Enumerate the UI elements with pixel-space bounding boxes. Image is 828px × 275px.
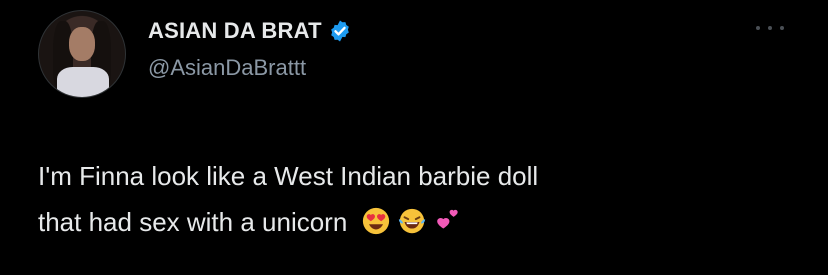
more-options-icon[interactable] (756, 22, 784, 34)
more-dot (756, 26, 760, 30)
avatar-shirt (57, 67, 109, 97)
more-dot (768, 26, 772, 30)
tweet-text-line-2-wrap: that had sex with a unicorn (38, 199, 798, 245)
avatar[interactable] (38, 10, 126, 98)
tweet-text-line-1: I'm Finna look like a West Indian barbie… (38, 161, 539, 191)
avatar-face (69, 27, 95, 61)
tweet-card: ASIAN DA BRAT @AsianDaBrattt I'm Finna l… (0, 0, 828, 275)
tears-of-joy-emoji-icon (399, 208, 426, 234)
author-display-name[interactable]: ASIAN DA BRAT (148, 18, 322, 44)
author-name-row[interactable]: ASIAN DA BRAT (148, 16, 352, 46)
heart-eyes-emoji-icon (363, 208, 390, 235)
tweet-text-line-2: that had sex with a unicorn (38, 207, 348, 237)
author-handle[interactable]: @AsianDaBrattt (148, 55, 306, 81)
tweet-text: I'm Finna look like a West Indian barbie… (38, 153, 798, 245)
more-dot (780, 26, 784, 30)
verified-badge-icon (330, 20, 349, 42)
two-hearts-emoji-icon (437, 210, 458, 229)
